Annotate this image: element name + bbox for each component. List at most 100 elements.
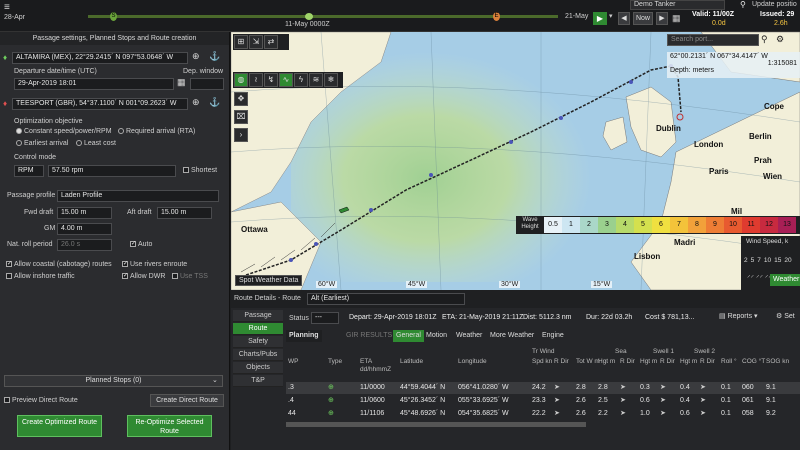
opt-earliest-radio[interactable]: Earliest arrival: [16, 140, 68, 147]
side-tab-charts-pubs[interactable]: Charts/Pubs: [233, 349, 283, 361]
tab-motion[interactable]: Motion: [423, 330, 450, 342]
side-tab-route[interactable]: Route: [233, 323, 283, 335]
settings-button[interactable]: ⚙ Set: [776, 312, 795, 320]
crosshair-icon[interactable]: ⊕: [192, 97, 200, 108]
current-icon[interactable]: ↯: [264, 73, 278, 87]
wave-legend-cell: 9: [706, 217, 724, 233]
opt-constant-radio[interactable]: Constant speed/power/RPM: [16, 128, 112, 135]
rpm-field[interactable]: 57.50 rpm: [48, 165, 176, 177]
column-header[interactable]: SOG kn: [766, 358, 796, 366]
roll-period-field[interactable]: 26.0 s: [57, 239, 112, 251]
spot-weather-button[interactable]: Spot Weather Data: [235, 275, 303, 286]
group-header: Tr Wind: [532, 348, 555, 355]
tss-checkbox[interactable]: Use TSS: [172, 273, 208, 280]
opt-rta-radio[interactable]: Required arrival (RTA): [118, 128, 195, 135]
timeline-track[interactable]: [88, 15, 558, 18]
top-toolbar: ≡ 28-Apr S E 11-May 0000Z 21-May ▶ ▾ Dem…: [0, 0, 800, 32]
step-forward-button[interactable]: ▶: [656, 12, 668, 25]
fwd-draft-field[interactable]: 15.00 m: [57, 207, 112, 219]
camera-icon[interactable]: ⌧: [234, 110, 248, 124]
passage-profile-select[interactable]: Laden Profile: [57, 190, 219, 202]
tab-more-weather[interactable]: More Weather: [487, 330, 537, 342]
aft-draft-field[interactable]: 15.00 m: [157, 207, 212, 219]
column-header[interactable]: Longitude: [458, 358, 518, 366]
side-tab-passage[interactable]: Passage: [233, 310, 283, 322]
reports-button[interactable]: ▤ Reports ▾: [719, 312, 758, 320]
table-row[interactable]: .3 ⊕ 11/0000 44°59.4044´ N 056°41.0280´ W 24.…: [286, 382, 800, 394]
create-direct-route-button[interactable]: Create Direct Route: [150, 394, 224, 407]
ruler-icon[interactable]: ⇲: [249, 35, 263, 49]
tab-planning[interactable]: Planning: [286, 330, 322, 342]
departure-port-field[interactable]: ALTAMIRA (MEX), 22°29.2415´ N 097°53.064…: [12, 52, 188, 64]
cell-sw1: 0.6: [640, 397, 650, 404]
crosshair-icon[interactable]: ⊕: [192, 51, 200, 62]
tab-general[interactable]: General: [393, 330, 424, 342]
reoptimize-route-button[interactable]: Re-Optimize Selected Route: [127, 415, 212, 437]
settings-icon[interactable]: ⚙: [776, 34, 784, 45]
chevron-down-icon[interactable]: ⌄: [212, 376, 218, 384]
cabotage-checkbox[interactable]: Allow coastal (cabotage) routes: [6, 261, 112, 268]
layers-icon[interactable]: ⊞: [234, 35, 248, 49]
update-position-link[interactable]: Update positio: [752, 1, 797, 8]
duration-info: Dur: 22d 03.2h: [586, 314, 633, 321]
anchor-icon[interactable]: ⚓: [209, 51, 220, 62]
search-icon[interactable]: ⚲: [761, 34, 768, 45]
ice-icon[interactable]: ❄: [324, 73, 338, 87]
cell-eta: 11/0600: [360, 397, 385, 404]
preview-direct-checkbox[interactable]: Preview Direct Route: [4, 397, 78, 404]
vessel-select[interactable]: Demo Tanker: [630, 0, 725, 10]
tab-weather[interactable]: Weather: [453, 330, 485, 342]
inshore-checkbox[interactable]: Allow inshore traffic: [6, 273, 75, 280]
direction-arrow-icon: ➤: [700, 410, 706, 417]
rivers-checkbox[interactable]: Use rivers enroute: [122, 261, 187, 268]
departure-datetime-field[interactable]: 29-Apr-2019 18:01: [14, 78, 174, 90]
gm-field[interactable]: 4.00 m: [57, 223, 112, 235]
wave-icon[interactable]: ∿: [279, 73, 293, 87]
grid-icon[interactable]: ✥: [234, 92, 248, 106]
chart-map[interactable]: Ottawa Dublin London Berlin Paris Prah W…: [231, 32, 800, 290]
location-pin-icon[interactable]: ⚲: [740, 0, 746, 9]
departure-window-field[interactable]: [190, 78, 224, 90]
side-tab-safety[interactable]: Safety: [233, 336, 283, 348]
calendar-icon[interactable]: ▦: [177, 77, 186, 88]
route-select[interactable]: Alt (Earliest): [307, 293, 465, 305]
opt-least-cost-radio[interactable]: Least cost: [76, 140, 116, 147]
table-row[interactable]: 44 ⊕ 11/1106 45°48.6926´ N 054°35.6825´ W 22.…: [286, 408, 800, 420]
arrival-port-field[interactable]: TEESPORT (GBR), 54°37.1100´ N 001°09.262…: [12, 98, 188, 110]
step-back-button[interactable]: ◀: [618, 12, 630, 25]
calendar-icon[interactable]: ▦: [672, 13, 681, 24]
timeline-end-marker[interactable]: E: [493, 12, 500, 21]
table-row[interactable]: .4 ⊕ 11/0600 45°26.3452´ N 055°33.6925´ W 23.…: [286, 395, 800, 407]
dwr-checkbox[interactable]: Allow DWR: [122, 273, 165, 280]
play-icon[interactable]: ▶: [593, 12, 607, 25]
column-header[interactable]: Latitude: [400, 358, 430, 366]
timeline-start-marker[interactable]: S: [110, 12, 117, 21]
status-select[interactable]: ---: [311, 312, 339, 324]
control-mode-select[interactable]: RPM: [14, 165, 44, 177]
menu-icon[interactable]: ≡: [4, 2, 10, 13]
create-optimized-route-button[interactable]: Create Optimized Route: [17, 415, 102, 437]
pressure-icon[interactable]: ≀: [249, 73, 263, 87]
shortest-checkbox[interactable]: Shortest: [183, 167, 217, 174]
tab-gir-results[interactable]: GIR RESULTS: [343, 330, 395, 342]
tab-engine[interactable]: Engine: [539, 330, 567, 342]
measure-icon[interactable]: ⇄: [264, 35, 278, 49]
auto-checkbox[interactable]: Auto: [130, 241, 152, 248]
weather-tab[interactable]: Weather: [770, 274, 800, 286]
now-button[interactable]: Now: [633, 12, 653, 25]
column-header[interactable]: ETA dd/hhmmZ: [360, 358, 391, 374]
globe-icon[interactable]: ◍: [234, 73, 248, 87]
side-tab-t-p[interactable]: T&P: [233, 375, 283, 387]
column-header[interactable]: Type: [328, 358, 358, 366]
horizontal-scrollbar[interactable]: [286, 422, 586, 427]
column-header[interactable]: WP: [288, 358, 318, 366]
port-search-input[interactable]: Search port...: [667, 34, 759, 46]
planned-stops-header[interactable]: Planned Stops (0): [4, 375, 223, 387]
anchor-icon[interactable]: ⚓: [209, 97, 220, 108]
chevron-down-icon[interactable]: ▾: [609, 12, 613, 20]
timeline-current-marker[interactable]: [305, 13, 313, 20]
swell-icon[interactable]: ≋: [309, 73, 323, 87]
side-tab-objects[interactable]: Objects: [233, 362, 283, 374]
wind-icon[interactable]: ϟ: [294, 73, 308, 87]
chevron-right-icon[interactable]: ›: [234, 128, 248, 142]
